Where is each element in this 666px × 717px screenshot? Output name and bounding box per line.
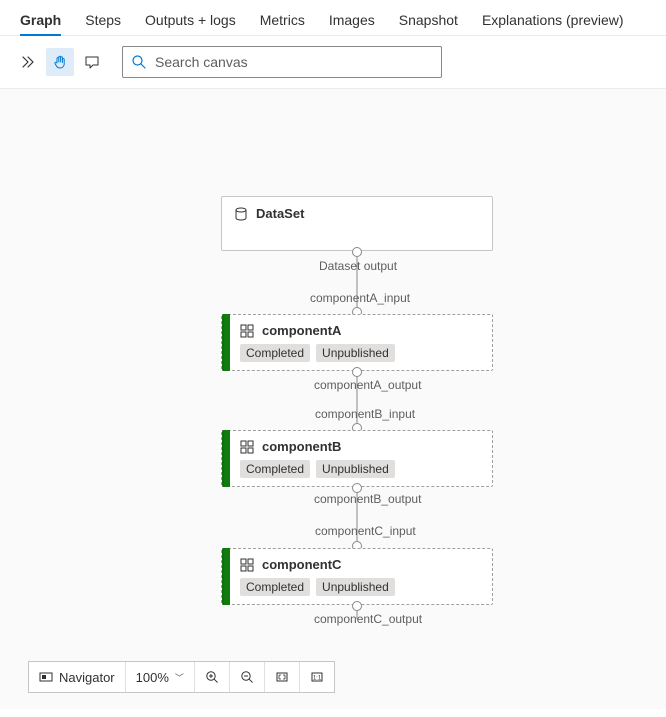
node-componentb[interactable]: componentB Completed Unpublished: [221, 430, 493, 487]
fit-screen-icon: [275, 670, 289, 684]
tab-metrics[interactable]: Metrics: [260, 4, 305, 36]
node-componentc[interactable]: componentC Completed Unpublished: [221, 548, 493, 605]
node-dataset[interactable]: DataSet: [221, 196, 493, 251]
status-stripe-icon: [222, 430, 230, 487]
node-componentb-title: componentB: [262, 439, 341, 454]
port-label-componentc-input: componentC_input: [315, 524, 416, 538]
graph-canvas[interactable]: DataSet Dataset output componentA_input …: [0, 89, 666, 709]
port-label-componentc-output: componentC_output: [314, 612, 422, 626]
tab-bar: Graph Steps Outputs + logs Metrics Image…: [0, 0, 666, 36]
search-canvas-input[interactable]: [155, 54, 433, 70]
publish-badge: Unpublished: [316, 578, 395, 596]
canvas-toolbar: [0, 36, 666, 89]
zoom-out-icon: [240, 670, 254, 684]
zoom-level-dropdown[interactable]: 100% ﹀: [126, 662, 195, 692]
tab-snapshot[interactable]: Snapshot: [399, 4, 458, 36]
port-label-dataset-output: Dataset output: [319, 259, 397, 273]
comment-icon: [84, 54, 100, 70]
one-to-one-icon: 1:1: [310, 670, 324, 684]
zoom-out-button[interactable]: [230, 662, 265, 692]
pan-tool-button[interactable]: [46, 48, 74, 76]
port-label-componentb-output: componentB_output: [314, 492, 421, 506]
tab-steps[interactable]: Steps: [85, 4, 121, 36]
chevron-down-icon: ﹀: [175, 671, 184, 684]
zoom-in-icon: [205, 670, 219, 684]
navigator-icon: [39, 670, 53, 684]
port-label-componenta-output: componentA_output: [314, 378, 421, 392]
svg-text:1:1: 1:1: [313, 676, 322, 682]
tab-explanations[interactable]: Explanations (preview): [482, 4, 624, 36]
tab-outputs-logs[interactable]: Outputs + logs: [145, 4, 236, 36]
node-componenta[interactable]: componentA Completed Unpublished: [221, 314, 493, 371]
status-badge: Completed: [240, 578, 310, 596]
navigator-toggle-button[interactable]: Navigator: [29, 662, 126, 692]
tab-graph[interactable]: Graph: [20, 4, 61, 36]
fit-to-screen-button[interactable]: [265, 662, 300, 692]
expand-panel-button[interactable]: [14, 48, 42, 76]
zoom-value: 100%: [136, 670, 169, 685]
node-componenta-title: componentA: [262, 323, 341, 338]
status-badge: Completed: [240, 344, 310, 362]
port-label-componenta-input: componentA_input: [310, 291, 410, 305]
status-badge: Completed: [240, 460, 310, 478]
zoom-in-button[interactable]: [195, 662, 230, 692]
node-componentc-title: componentC: [262, 557, 341, 572]
actual-size-button[interactable]: 1:1: [300, 662, 334, 692]
navigator-bar: Navigator 100% ﹀ 1:1: [28, 661, 335, 693]
port-label-componentb-input: componentB_input: [315, 407, 415, 421]
node-dataset-title: DataSet: [256, 206, 304, 221]
component-icon: [240, 558, 254, 572]
navigator-label: Navigator: [59, 670, 115, 685]
comment-tool-button[interactable]: [78, 48, 106, 76]
port-componentc-output[interactable]: [352, 601, 362, 611]
port-componenta-output[interactable]: [352, 367, 362, 377]
component-icon: [240, 324, 254, 338]
search-canvas-field[interactable]: [122, 46, 442, 78]
status-stripe-icon: [222, 314, 230, 371]
publish-badge: Unpublished: [316, 344, 395, 362]
search-icon: [131, 54, 147, 70]
status-stripe-icon: [222, 548, 230, 605]
publish-badge: Unpublished: [316, 460, 395, 478]
dataset-icon: [234, 207, 248, 221]
hand-icon: [52, 54, 68, 70]
port-dataset-output[interactable]: [352, 247, 362, 257]
chevron-double-right-icon: [20, 54, 36, 70]
tab-images[interactable]: Images: [329, 4, 375, 36]
component-icon: [240, 440, 254, 454]
